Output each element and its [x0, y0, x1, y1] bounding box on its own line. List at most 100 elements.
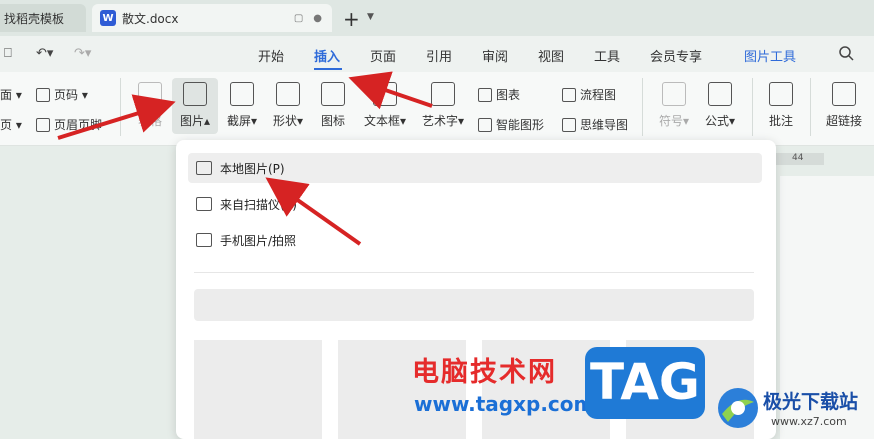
formula-button[interactable]: 公式▾ [700, 82, 740, 129]
tab-template[interactable]: 找稻壳模板 [0, 4, 86, 32]
page-number-icon [36, 87, 50, 102]
flowchart-button[interactable]: 流程图 [562, 86, 616, 103]
formula-label: 公式 [704, 114, 729, 128]
screenshot-label: 截屏 [226, 114, 251, 128]
menu-view[interactable]: 视图 [538, 46, 564, 65]
undo-icon[interactable]: ↶▾ [36, 46, 53, 61]
picture-label: 图片 [179, 114, 204, 128]
chart-label: 图表 [496, 88, 521, 102]
header-footer-button[interactable]: 页眉页脚 [36, 116, 102, 133]
picture-label-wrap: 图片▴ [179, 114, 211, 128]
menu-member[interactable]: 会员专享 [650, 46, 702, 65]
menu-tools[interactable]: 工具 [594, 46, 620, 65]
tag-logo-text: TAG [590, 353, 700, 411]
page-number-button[interactable]: 页码 ▾ [36, 86, 88, 103]
shape-icon [276, 82, 300, 106]
wordart-button[interactable]: 艺术字▾ [418, 82, 468, 129]
menu-review[interactable]: 审阅 [482, 46, 508, 65]
scanner-item[interactable]: 来自扫描仪(S) [188, 189, 762, 219]
local-picture-label: 本地图片(P) [220, 161, 285, 176]
far-left-bottom-button[interactable]: 页 ▾ [0, 116, 22, 133]
chevron-down-icon[interactable]: ▼ [367, 12, 374, 22]
scissors-icon [230, 82, 254, 106]
link-icon [832, 82, 856, 106]
divider [642, 78, 643, 136]
divider [752, 78, 753, 136]
sqrt-icon [708, 82, 732, 106]
tab-bar: 找稻壳模板 W 散文.docx ▢ ● + ▼ [0, 0, 874, 36]
wordart-icon [431, 82, 455, 106]
watermark-brand: 极光下载站 [763, 391, 859, 413]
menu-bar: ⎕ ↶▾ ↷▾ 开始 插入 页面 引用 审阅 视图 工具 会员专享 图片工具 [0, 36, 874, 72]
chart-icon [478, 87, 492, 102]
menu-insert[interactable]: 插入 [314, 46, 340, 65]
menu-home[interactable]: 开始 [258, 46, 284, 65]
new-tab-button[interactable]: + [343, 7, 360, 31]
table-button[interactable]: 表格 [132, 82, 168, 129]
tab-document[interactable]: W 散文.docx ▢ ● [92, 4, 332, 32]
smartart-label: 智能图形 [496, 118, 545, 132]
table-icon [138, 82, 162, 106]
loading-thumbnail [194, 340, 322, 439]
symbol-label: 符号 [658, 114, 683, 128]
picture-icon [183, 82, 207, 106]
comment-button[interactable]: 批注 [764, 82, 798, 129]
picture-button[interactable]: 图片▴ [172, 78, 218, 134]
table-label: 表格 [137, 114, 162, 128]
symbol-button[interactable]: 符号▾ [654, 82, 694, 129]
screenshot-button[interactable]: 截屏▾ [222, 82, 262, 129]
divider [810, 78, 811, 136]
mindmap-icon [562, 117, 576, 132]
wordart-label: 艺术字 [421, 114, 458, 128]
shape-button[interactable]: 形状▾ [268, 82, 308, 129]
scanner-label: 来自扫描仪(S) [220, 197, 297, 212]
flowchart-icon [562, 87, 576, 102]
scanner-icon [196, 197, 212, 211]
phone-picture-label: 手机图片/拍照 [220, 233, 297, 248]
monitor-icon[interactable]: ▢ [294, 13, 303, 24]
ruler-value: 44 [792, 153, 804, 163]
far-left-bottom-label: 页 [0, 118, 13, 132]
icon-label: 图标 [320, 114, 345, 128]
phone-image-icon [196, 233, 212, 247]
menu-picture-tools[interactable]: 图片工具 [744, 46, 796, 65]
comment-icon [769, 82, 793, 106]
chart-button[interactable]: 图表 [478, 86, 520, 103]
phone-picture-item[interactable]: 手机图片/拍照 [188, 225, 762, 255]
comment-label: 批注 [768, 114, 793, 128]
hyperlink-button[interactable]: 超链接 [822, 82, 866, 129]
mindmap-label: 思维导图 [580, 118, 629, 132]
divider [120, 78, 121, 136]
dropdown-divider [194, 272, 754, 273]
ruler: 44 [770, 153, 824, 165]
watermark-site-name: 电脑技术网 [412, 357, 557, 388]
icon-button[interactable]: 图标 [316, 82, 350, 129]
active-tab-indicator [314, 68, 342, 70]
header-footer-icon [36, 117, 50, 132]
far-left-top-label: 面 [0, 88, 13, 102]
page-number-label: 页码 [54, 88, 79, 102]
watermark-url: www.tagxp.com [414, 392, 595, 416]
ribbon-toolbar: 面 ▾ 页 ▾ 页码 ▾ 页眉页脚 表格 图片▴ 截屏▾ 形状▾ 图标 文本框▾… [0, 72, 874, 146]
omega-icon [662, 82, 686, 106]
print-preview-icon[interactable]: ⎕ [4, 46, 12, 61]
search-icon[interactable] [838, 45, 854, 61]
local-picture-item[interactable]: 本地图片(P) [188, 153, 762, 183]
tab-template-label: 找稻壳模板 [4, 11, 65, 26]
far-left-top-button[interactable]: 面 ▾ [0, 86, 22, 103]
redo-icon[interactable]: ↷▾ [74, 46, 91, 61]
mindmap-button[interactable]: 思维导图 [562, 116, 628, 133]
textbox-button[interactable]: 文本框▾ [360, 82, 410, 129]
smartart-button[interactable]: 智能图形 [478, 116, 544, 133]
watermark-brand-url: www.xz7.com [771, 415, 847, 428]
menu-page[interactable]: 页面 [370, 46, 396, 65]
header-footer-label: 页眉页脚 [54, 118, 103, 132]
loading-placeholder-bar [194, 289, 754, 321]
dot-icon[interactable]: ● [313, 13, 322, 24]
shape-label: 形状 [272, 114, 297, 128]
tab-document-label: 散文.docx [122, 11, 179, 26]
smartart-icon [478, 117, 492, 132]
tag-logo: TAG [585, 347, 705, 419]
aurora-logo-icon [718, 388, 758, 428]
menu-reference[interactable]: 引用 [426, 46, 452, 65]
